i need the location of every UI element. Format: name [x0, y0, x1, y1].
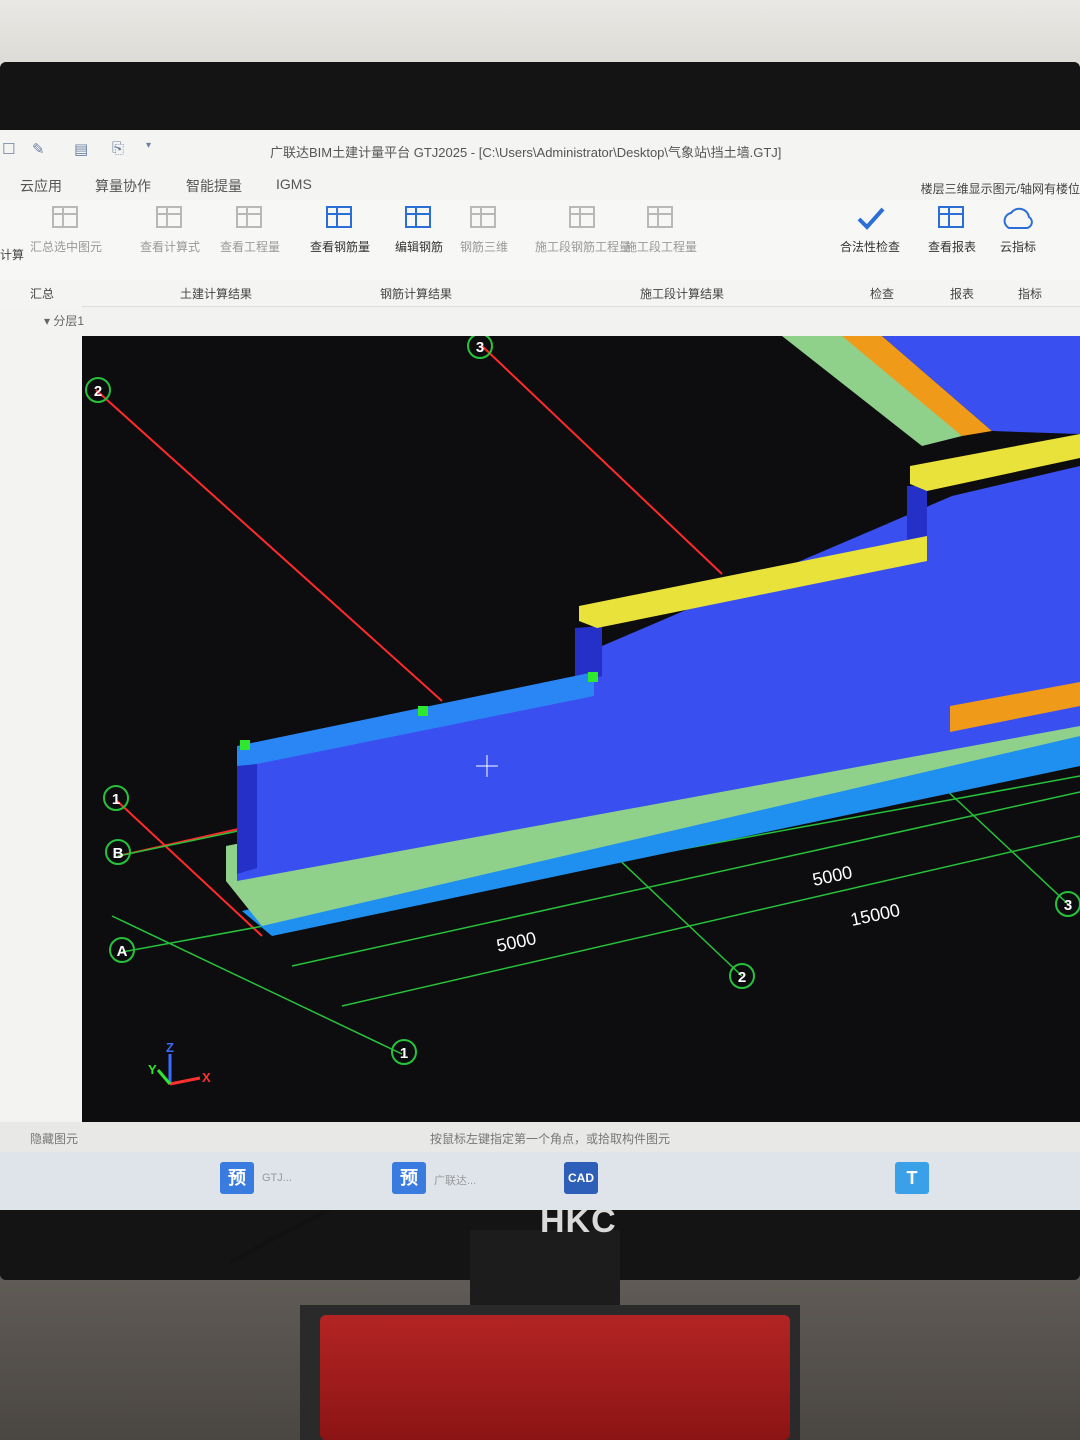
rebar-3d-icon: [467, 204, 501, 234]
report-icon: [935, 204, 969, 234]
calc-formula-icon: [153, 204, 187, 234]
dimension-text-5000-left: 5000: [495, 928, 538, 956]
save-icon[interactable]: ▤: [74, 140, 92, 158]
ribbon-tool-label: 钢筋三维: [460, 240, 509, 254]
sum-icon: [49, 204, 83, 234]
ribbon-tool-6[interactable]: 施工段钢筋工程量: [535, 200, 631, 260]
axis-label-1-bottom: 1: [400, 1045, 408, 1062]
gizmo-z-label: Z: [166, 1040, 174, 1055]
grip-point-left[interactable]: [240, 740, 250, 750]
axis-label-b: B: [113, 845, 124, 862]
wall-step-face-2: [907, 486, 927, 541]
ribbon-tool-label: 合法性检查: [840, 240, 901, 254]
taskbar-cad-button[interactable]: CAD: [564, 1162, 598, 1194]
rebar-quantity-icon: [323, 204, 357, 234]
group-check: 检查: [870, 287, 895, 301]
taskbar-gtj-text: GTJ...: [262, 1172, 292, 1184]
menu-bar: 云应用 算量协作 智能提量 IGMS 楼层三维显示图元/轴网有楼位: [0, 168, 1080, 200]
gizmo-x-label: X: [202, 1070, 211, 1085]
group-index: 指标: [1018, 287, 1043, 301]
ribbon-tool-label: 云指标: [1000, 240, 1037, 254]
wall-end-face: [237, 748, 257, 874]
grid-line-1: [111, 915, 403, 1055]
stage-rebar-icon: [566, 204, 600, 234]
ribbon-tool-label: 汇总选中图元: [30, 240, 103, 254]
dimension-text-15000: 15000: [849, 900, 902, 930]
grip-point-middle[interactable]: [418, 706, 428, 716]
quantity-icon: [233, 204, 267, 234]
axis-label-3-bottom: 3: [1064, 897, 1072, 914]
ribbon-tool-8[interactable]: 合法性检查: [840, 200, 900, 260]
status-hint: 按鼠标左键指定第一个角点，或拾取构件图元: [430, 1132, 671, 1146]
check-icon: [853, 204, 887, 234]
app-menu-icon[interactable]: ☐: [2, 140, 20, 158]
menu-collaboration[interactable]: 算量协作: [95, 176, 151, 196]
cloud-index-icon: [1001, 204, 1035, 234]
ribbon-tool-label: 查看工程量: [220, 240, 281, 254]
floor-selector[interactable]: ▾ 分层1: [44, 312, 84, 329]
ribbon-tool-10[interactable]: 云指标: [1000, 200, 1036, 260]
group-report: 报表: [950, 287, 975, 301]
taskbar-gtj-button[interactable]: 预: [220, 1162, 254, 1194]
display-mode-text: 楼层三维显示图元/轴网有楼位: [920, 182, 1080, 196]
axis-label-1-left: 1: [112, 791, 120, 808]
gizmo-y-label: Y: [148, 1062, 157, 1077]
monitor-stand: [470, 1230, 620, 1310]
ribbon-tool-3[interactable]: 查看钢筋量: [310, 200, 370, 260]
axis-label-2-bottom: 2: [738, 969, 746, 986]
3d-model-canvas[interactable]: 3 2 1 B A 1 2 3 5000 5000 15000 Z X Y: [82, 336, 1080, 1130]
grip-point-right[interactable]: [588, 672, 598, 682]
ribbon-groups: 汇总 土建计算结果 钢筋计算结果 施工段计算结果 检查 报表 指标: [0, 280, 1080, 307]
ribbon-tool-label: 查看钢筋量: [310, 240, 371, 254]
taskbar: 预 GTJ... 预 广联达... CAD T: [0, 1152, 1080, 1210]
ribbon-tool-label: 查看报表: [928, 240, 977, 254]
group-stage-results: 施工段计算结果: [640, 287, 725, 301]
status-hidden-elements[interactable]: 隐藏图元: [30, 1130, 78, 1147]
group-summary: 汇总: [30, 287, 55, 301]
taskbar-second-button[interactable]: 预: [392, 1162, 426, 1194]
ribbon-tool-label: 查看计算式: [140, 240, 201, 254]
menu-igms[interactable]: IGMS: [276, 176, 312, 192]
gizmo-y-axis: [156, 1069, 172, 1085]
menu-cloud-app[interactable]: 云应用: [20, 176, 62, 196]
axis-label-3-top: 3: [476, 339, 484, 356]
window-title: 广联达BIM土建计量平台 GTJ2025 - [C:\Users\Adminis…: [270, 145, 782, 160]
open-icon[interactable]: ✎: [32, 140, 50, 158]
ribbon-tool-label: 编辑钢筋: [395, 240, 444, 254]
group-rebar-results: 钢筋计算结果: [380, 287, 453, 301]
screen: ☐ ✎ ▤ ⎘ ▾ 广联达BIM土建计量平台 GTJ2025 - [C:\Use…: [0, 130, 1080, 1210]
red-tray: [320, 1315, 790, 1440]
taskbar-app-icon[interactable]: T: [895, 1162, 929, 1194]
ribbon-tool-5[interactable]: 钢筋三维: [460, 200, 508, 260]
3d-viewport[interactable]: 3 2 1 B A 1 2 3 5000 5000 15000 Z X Y: [82, 336, 1080, 1130]
ribbon-tool-4[interactable]: 编辑钢筋: [395, 200, 443, 260]
grid-line-3: [941, 785, 1069, 905]
ribbon-tool-7[interactable]: 施工段工程量: [625, 200, 697, 260]
ribbon-toolbar: 计算 汇总选中图元 查看计算式 查看工程量 查看钢筋量 编辑钢筋 钢筋三维 施工段钢筋工程量…: [0, 200, 1080, 281]
dimension-text-5000-right: 5000: [811, 862, 854, 890]
quick-access-dropdown-icon[interactable]: ▾: [146, 140, 164, 156]
axis-line-2-red: [95, 389, 443, 702]
ribbon-tool-2[interactable]: 查看工程量: [220, 200, 280, 260]
floor-label: 分层1: [53, 314, 85, 328]
left-panel: [0, 306, 82, 1126]
axis-label-a: A: [117, 943, 128, 960]
undo-icon[interactable]: ⎘: [112, 140, 130, 157]
ribbon-tool-1[interactable]: 查看计算式: [140, 200, 200, 260]
title-bar: ☐ ✎ ▤ ⎘ ▾ 广联达BIM土建计量平台 GTJ2025 - [C:\Use…: [0, 130, 1080, 168]
ribbon-tool-0[interactable]: 汇总选中图元: [30, 200, 102, 260]
ribbon-tool-label: 施工段工程量: [625, 240, 698, 254]
status-bar: 隐藏图元 按鼠标左键指定第一个角点，或拾取构件图元: [0, 1122, 1080, 1152]
ribbon-tool-9[interactable]: 查看报表: [928, 200, 976, 260]
stage-quantity-icon: [644, 204, 678, 234]
taskbar-second-text: 广联达...: [434, 1175, 477, 1187]
edit-rebar-icon: [402, 204, 436, 234]
axis-label-2-left: 2: [94, 383, 102, 400]
gizmo-x-axis: [169, 1076, 201, 1086]
calc-partial-label[interactable]: 计算: [0, 246, 24, 263]
menu-smart-extract[interactable]: 智能提量: [186, 176, 242, 196]
axis-line-3-red: [481, 345, 723, 575]
group-civil-results: 土建计算结果: [180, 287, 253, 301]
ribbon-tool-label: 施工段钢筋工程量: [535, 240, 632, 254]
